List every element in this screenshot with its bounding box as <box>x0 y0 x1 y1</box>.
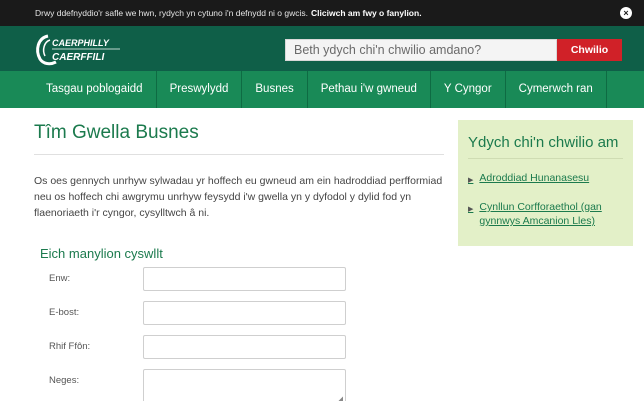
name-field[interactable] <box>143 267 346 291</box>
main-nav: Tasgau poblogaidd Preswylydd Busnes Peth… <box>0 71 644 108</box>
email-label: E-bost: <box>49 307 80 318</box>
phone-field[interactable] <box>143 335 346 359</box>
council-logo[interactable]: CAERPHILLY CAERFFILI <box>34 32 144 66</box>
nav-item-get-involved[interactable]: Cymerwch ran <box>506 71 607 108</box>
nav-item-council[interactable]: Y Cyngor <box>431 71 506 108</box>
contact-form: Enw: E-bost: Rhif Ffôn: Neges: ◢ <box>34 267 444 401</box>
arrow-right-icon: ▶ <box>468 177 474 184</box>
site-header: CAERPHILLY CAERFFILI Beth ydych chi'n ch… <box>0 26 644 71</box>
arrow-right-icon: ▶ <box>468 206 474 213</box>
intro-text: Os oes gennych unrhyw sylwadau yr hoffec… <box>34 175 443 219</box>
sidebar-link-self-assessment[interactable]: ▶ Adroddiad Hunanasesu <box>468 171 623 188</box>
nav-item-popular-tasks[interactable]: Tasgau poblogaidd <box>34 71 157 108</box>
name-label: Enw: <box>49 273 71 284</box>
sidebar-link-label[interactable]: Adroddiad Hunanasesu <box>479 171 589 185</box>
message-row: Neges: ◢ <box>34 369 444 401</box>
cookie-text: Drwy ddefnyddio'r safle we hwn, rydych y… <box>35 8 309 18</box>
logo-text-top: CAERPHILLY <box>52 38 110 48</box>
email-row: E-bost: <box>34 301 444 335</box>
sidebar: Ydych chi'n chwilio am ▶ Adroddiad Hunan… <box>458 120 633 246</box>
name-row: Enw: <box>34 267 444 301</box>
resize-handle-icon[interactable]: ◢ <box>338 395 343 401</box>
page-title: Tîm Gwella Busnes <box>34 122 199 143</box>
message-field[interactable]: ◢ <box>143 369 346 401</box>
phone-label: Rhif Ffôn: <box>49 341 91 352</box>
title-divider <box>34 154 444 155</box>
nav-item-business[interactable]: Busnes <box>242 71 308 108</box>
search-button[interactable]: Chwilio <box>557 39 622 61</box>
nav-item-things-to-do[interactable]: Pethau i'w gwneud <box>308 71 431 108</box>
cookie-bar: Drwy ddefnyddio'r safle we hwn, rydych y… <box>0 0 644 26</box>
logo-text-bottom: CAERFFILI <box>52 52 104 63</box>
search-input[interactable]: Beth ydych chi'n chwilio amdano? <box>285 39 557 61</box>
nav-item-resident[interactable]: Preswylydd <box>157 71 243 108</box>
main-content: Tîm Gwella Busnes Os oes gennych unrhyw … <box>34 108 444 401</box>
cookie-more-link[interactable]: Cliciwch am fwy o fanylion. <box>311 8 422 18</box>
close-icon[interactable]: × <box>620 7 632 19</box>
sidebar-title: Ydych chi'n chwilio am <box>468 134 623 159</box>
sidebar-link-label[interactable]: Cynllun Corfforaethol (gan gynnwys Amcan… <box>479 200 623 228</box>
sidebar-link-corporate-plan[interactable]: ▶ Cynllun Corfforaethol (gan gynnwys Amc… <box>468 200 623 228</box>
message-label: Neges: <box>49 375 80 386</box>
form-heading: Eich manylion cyswllt <box>40 246 163 261</box>
phone-row: Rhif Ffôn: <box>34 335 444 369</box>
email-field[interactable] <box>143 301 346 325</box>
